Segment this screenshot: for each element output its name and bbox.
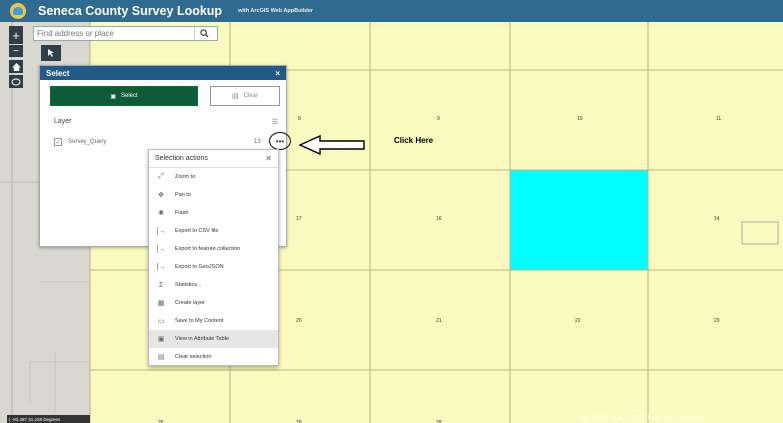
coordinate-readout: ( -83.387 41.228 Degrees [7,415,90,423]
app-title: Seneca County Survey Lookup [38,4,223,18]
select-button[interactable]: ▣ Select [50,86,198,106]
parcel-label: 14 [714,216,720,222]
table-icon: ▣ [157,336,165,343]
selected-parcel [510,170,648,270]
pan-icon: ✥ [158,192,164,199]
clear-icon: ▤ [232,93,239,100]
search-input[interactable] [34,29,194,38]
parcel-label: 8 [298,116,301,122]
parcel-label: 10 [577,116,583,122]
map-attribution: Esri, NASA, NGA, USGS, FEMA | Esri Commu… [580,415,703,421]
menu-item-label: Flash [175,210,189,216]
click-here-label: Click Here [394,136,434,145]
parcel-label: 21 [436,318,442,324]
more-options-button[interactable]: ••• [269,132,291,150]
menu-item-create-layer[interactable]: ▦ Create layer [149,294,278,312]
export-icon: [→ [156,263,166,271]
clear-icon: ▤ [157,354,165,361]
parcel-label: 22 [575,318,581,324]
menu-item-pan-to[interactable]: ✥ Pan to [149,186,278,204]
menu-item-label: Save to My Content [175,318,224,324]
select-panel-title: Select [46,68,70,78]
menu-item-label: Statistics... [175,282,202,288]
export-icon: [→ [156,245,166,253]
cursor-select-icon: ▣ [110,93,116,100]
menu-item-clear-selection[interactable]: ▤ Clear selection [149,348,278,366]
menu-item-label: Export to GeoJSON [175,264,224,270]
layer-header-label: Layer [54,118,72,125]
menu-item-label: Clear selection [175,354,212,360]
sigma-icon: Σ [158,281,164,289]
parcel-label: 16 [436,216,442,222]
menu-item-zoom-to[interactable]: ⤢ Zoom to [149,168,278,186]
menu-item-flash[interactable]: ✺ Flash [149,204,278,222]
parcel-label: 11 [716,116,722,122]
select-button-label: Select [120,93,138,99]
clear-button-label: Clear [243,93,258,99]
zoom-in-button[interactable]: + [9,26,23,44]
parcel-label: 20 [296,318,302,324]
menu-item-label: Export to CSV file [175,228,219,234]
close-icon[interactable]: ✕ [265,154,272,163]
menu-item-label: Export to feature collection [175,246,241,252]
menu-item-label: Pan to [175,192,191,198]
parcel-label: 23 [714,318,720,324]
menu-item-label: Zoom to [175,174,196,180]
menu-item-label: View in Attribute Table [175,336,229,342]
parcel-label: 17 [296,216,302,222]
menu-item-label: Create layer [175,300,205,306]
menu-item-export-geojson[interactable]: [→ Export to GeoJSON [149,258,278,276]
select-tool-button[interactable] [41,45,61,61]
cursor-select-icon [48,49,54,57]
clear-button[interactable]: ▤ Clear [210,86,280,106]
menu-item-export-csv[interactable]: [→ Export to CSV file [149,222,278,240]
search-field[interactable] [33,26,218,41]
layer-row[interactable]: ✓ Survey_Query 13 ••• [54,132,291,150]
close-icon[interactable]: × [275,69,280,78]
selection-actions-menu: Selection actions ✕ ⤢ Zoom to ✥ Pan to ✺ Fl… [148,149,279,366]
locate-button[interactable] [9,75,23,88]
home-icon [11,62,21,71]
filter-options-icon[interactable]: ☰ [272,118,278,126]
annotation-arrow-icon [298,134,365,156]
selection-count: 13 [254,139,261,145]
select-panel-header: Select × [40,66,286,80]
menu-item-save-to-content[interactable]: ▭ Save to My Content [149,312,278,330]
app-logo-icon [10,3,26,19]
app-subtitle: with ArcGIS Web AppBuilder [238,8,314,14]
layer-icon: ▦ [157,300,165,307]
layer-checkbox[interactable]: ✓ [54,138,62,146]
zoom-icon: ⤢ [158,173,164,180]
search-icon[interactable] [194,27,214,40]
export-icon: [→ [156,227,166,235]
menu-item-view-attribute-table[interactable]: ▣ View in Attribute Table [149,330,278,348]
layer-name: Survey_Query [68,139,107,145]
locate-icon [11,78,21,85]
zoom-out-button[interactable]: − [9,45,23,57]
flash-icon: ✺ [158,210,164,217]
parcel-label: 9 [437,116,440,122]
menu-title: Selection actions [155,155,208,162]
app-header: Seneca County Survey Lookup with ArcGIS … [0,0,783,22]
save-icon: ▭ [157,318,165,325]
home-button[interactable] [9,60,23,73]
menu-item-statistics[interactable]: Σ Statistics... [149,276,278,294]
menu-item-export-feature-collection[interactable]: [→ Export to feature collection [149,240,278,258]
